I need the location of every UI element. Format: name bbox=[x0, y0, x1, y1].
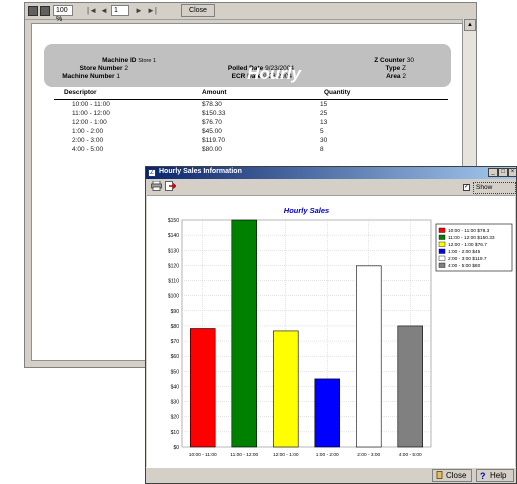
legend-swatch bbox=[438, 248, 446, 254]
legend-swatch bbox=[438, 227, 446, 233]
bar-5 bbox=[397, 325, 424, 448]
y-tick-label: $60 bbox=[171, 354, 180, 360]
type-field: Type Z bbox=[385, 65, 407, 72]
legend-swatch bbox=[438, 241, 446, 247]
print-report-icon[interactable] bbox=[28, 6, 38, 16]
store-number-field: Store Number 2 bbox=[79, 65, 128, 72]
y-tick-label: $20 bbox=[171, 415, 180, 421]
machine-id-field: Machine ID Store 1 bbox=[102, 57, 156, 64]
chart-title: Hourly Sales bbox=[284, 206, 329, 215]
legend-swatch bbox=[438, 255, 446, 261]
legend-entry: 10:00 - 11:00 $78.3 bbox=[448, 228, 490, 234]
bar-2 bbox=[273, 330, 299, 448]
legend-entry: 4:00 - 5:00 $80 bbox=[448, 263, 481, 269]
x-tick-label: 12:00 - 1:00 bbox=[273, 452, 299, 458]
report-title: Hourly bbox=[247, 64, 301, 83]
column-header-descriptor: Descriptor bbox=[64, 89, 97, 96]
x-tick-label: 1:00 - 2:00 bbox=[316, 452, 339, 458]
sales-statusbar: Close ? Help bbox=[146, 467, 516, 483]
y-tick-label: $130 bbox=[168, 248, 179, 254]
close-window-icon[interactable]: × bbox=[508, 168, 517, 177]
y-tick-label: $90 bbox=[171, 309, 180, 315]
zoom-input[interactable]: 100 % bbox=[53, 5, 73, 23]
column-header-amount: Amount bbox=[202, 89, 227, 96]
y-tick-label: $110 bbox=[168, 279, 179, 285]
bar-3 bbox=[314, 378, 341, 448]
report-row: 2:00 - 3:00 $119.70 30 bbox=[72, 137, 328, 144]
app-icon: Z bbox=[148, 169, 156, 177]
machine-number-field: Machine Number 1 bbox=[62, 73, 120, 80]
report-row: 12:00 - 1:00 $76.70 13 bbox=[72, 119, 328, 126]
report-header-band: Machine ID Store 1 Store Number 2 Machin… bbox=[44, 44, 451, 87]
help-icon: ? bbox=[480, 471, 486, 481]
y-tick-label: $0 bbox=[173, 445, 179, 451]
y-tick-label: $120 bbox=[168, 263, 179, 269]
report-row: 1:00 - 2:00 $45.00 5 bbox=[72, 128, 324, 135]
bar-0 bbox=[189, 328, 216, 448]
x-tick-label: 11:00 - 12:00 bbox=[230, 452, 258, 458]
legend-swatch bbox=[438, 262, 446, 268]
export-icon[interactable] bbox=[165, 181, 176, 191]
legend-swatch bbox=[438, 234, 446, 240]
y-tick-label: $150 bbox=[168, 218, 179, 224]
next-page-button[interactable]: ► bbox=[135, 6, 143, 15]
maximize-icon[interactable]: □ bbox=[498, 168, 508, 177]
report-toolbar: 100 % |◄ ◄ 1 ► ►| Close bbox=[25, 3, 476, 23]
x-tick-label: 2:00 - 3:00 bbox=[357, 452, 380, 458]
export-report-icon[interactable] bbox=[40, 6, 50, 16]
show-legend-checkbox[interactable]: ✓ bbox=[463, 184, 470, 191]
help-button[interactable]: ? Help bbox=[476, 469, 514, 482]
x-tick-label: 10:00 - 11:00 bbox=[189, 452, 217, 458]
hourly-sales-chart: Hourly Sales $0 $10 $20 $30 $40 $50 $60 $70 $80 $9… bbox=[168, 206, 513, 458]
prev-page-button[interactable]: ◄ bbox=[100, 6, 108, 15]
y-tick-label: $10 bbox=[171, 430, 180, 436]
column-header-quantity: Quantity bbox=[324, 89, 351, 96]
close-icon bbox=[436, 471, 443, 479]
sales-window-title: Hourly Sales Information bbox=[159, 168, 242, 175]
scroll-up-icon[interactable]: ▲ bbox=[464, 19, 476, 31]
legend-entry: 2:00 - 3:00 $119.7 bbox=[448, 256, 487, 262]
y-tick-label: $40 bbox=[171, 384, 180, 390]
report-row: 4:00 - 5:00 $80.00 8 bbox=[72, 146, 324, 153]
report-close-button[interactable]: Close bbox=[181, 4, 215, 17]
report-row: 10:00 - 11:00 $78.30 15 bbox=[72, 101, 328, 108]
close-button[interactable]: Close bbox=[432, 469, 472, 482]
y-tick-label: $140 bbox=[168, 233, 179, 239]
y-tick-label: $50 bbox=[171, 369, 180, 375]
report-row: 11:00 - 12:00 $150.33 25 bbox=[72, 110, 328, 117]
sales-toolbar: ✓ Show Legend bbox=[146, 179, 516, 201]
y-tick-label: $70 bbox=[171, 339, 180, 345]
legend-entry: 11:00 - 12:00 $150.33 bbox=[448, 235, 495, 241]
y-tick-label: $30 bbox=[171, 400, 180, 406]
y-tick-label: $100 bbox=[168, 294, 179, 300]
x-tick-label: 4:00 - 5:00 bbox=[399, 452, 422, 458]
sales-window-titlebar[interactable]: Z Hourly Sales Information _ □ × bbox=[146, 167, 517, 179]
bar-4 bbox=[356, 265, 382, 448]
legend-entry: 12:00 - 1:00 $76.7 bbox=[448, 242, 487, 248]
hourly-sales-window: Z Hourly Sales Information _ □ × ✓ Show … bbox=[145, 166, 517, 484]
first-page-button[interactable]: |◄ bbox=[87, 6, 97, 15]
y-tick-label: $80 bbox=[171, 324, 180, 330]
page-number-input[interactable]: 1 bbox=[111, 5, 129, 16]
chart-area: Hourly Sales $0 $10 $20 $30 $40 $50 $60 $70 $80 $9… bbox=[147, 195, 515, 472]
legend-entry: 1:00 - 2:00 $45 bbox=[448, 249, 481, 255]
plot-area bbox=[181, 219, 432, 448]
bar-1 bbox=[231, 219, 258, 448]
show-legend-label[interactable]: Show Legend bbox=[473, 182, 516, 201]
last-page-button[interactable]: ►| bbox=[147, 6, 157, 15]
z-counter-field: Z Counter 30 bbox=[374, 57, 414, 64]
report-column-headers: Descriptor Amount Quantity bbox=[54, 89, 448, 100]
minimize-icon[interactable]: _ bbox=[488, 168, 498, 177]
area-field: Area 2 bbox=[386, 73, 406, 80]
printer-icon[interactable] bbox=[151, 181, 162, 191]
